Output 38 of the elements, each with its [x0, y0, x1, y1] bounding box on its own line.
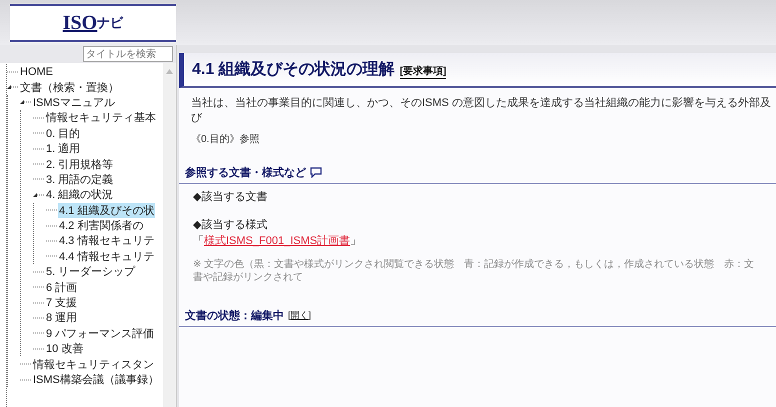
- page-title-text: 4.1 組織及びその状況の理解: [192, 60, 395, 80]
- tree-item[interactable]: 8 運用: [45, 310, 78, 326]
- forms-heading: ◆該当する様式: [193, 218, 268, 233]
- tree-item[interactable]: 1. 適用: [45, 141, 82, 156]
- section-heading: 参照する文書・様式など: [185, 166, 306, 180]
- tree-item[interactable]: 情報セキュリティスタン: [32, 356, 155, 372]
- documents-heading: ◆該当する文書: [193, 190, 268, 205]
- tree-item[interactable]: 4. 組織の状況: [45, 187, 114, 202]
- requirement-tag: [要求事項]: [400, 64, 446, 79]
- open-link[interactable]: [開く]: [288, 308, 312, 322]
- form-link[interactable]: 様式ISMS_F001_ISMS計画書: [204, 234, 350, 247]
- scrollbar[interactable]: [163, 63, 176, 407]
- tree-item[interactable]: 文書（検索・置換）: [19, 80, 120, 95]
- document-status: 文書の状態：編集中: [185, 308, 284, 323]
- tree-item[interactable]: ISMS構築会議（議事録）: [32, 372, 160, 387]
- tree-item[interactable]: 6 計画: [45, 280, 78, 295]
- bracket-text: 「: [193, 234, 204, 247]
- reference-text: 《0.目的》参照: [191, 132, 260, 147]
- tree-item[interactable]: ISMSマニュアル: [32, 94, 116, 110]
- tree-item[interactable]: 4.4 情報セキュリテ: [58, 248, 156, 264]
- tree-item[interactable]: 3. 用語の定義: [45, 172, 114, 187]
- tree-item[interactable]: HOME: [19, 66, 54, 78]
- comment-icon[interactable]: [310, 166, 322, 178]
- tree-item[interactable]: 2. 引用規格等: [45, 156, 114, 172]
- tree-item[interactable]: 5. リーダーシップ: [45, 264, 136, 280]
- tree-item[interactable]: 10 改善: [45, 341, 84, 356]
- search-field[interactable]: タイトルを検索: [83, 46, 173, 62]
- tree-item[interactable]: 0. 目的: [45, 126, 82, 141]
- tree-item[interactable]: 4.3 情報セキュリテ: [58, 233, 156, 248]
- note-text: ※ 文字の色（黒：文書や様式がリンクされ閲覧できる状態 青：記録が作成できる，もしくは，作成されている状態 赤：文書や記録がリンクされて: [193, 258, 756, 284]
- tree-item[interactable]: 情報セキュリティ基本: [45, 110, 157, 126]
- tree-item[interactable]: 4.2 利害関係者の: [58, 218, 144, 234]
- tree-item[interactable]: 7 支援: [45, 295, 78, 310]
- logo[interactable]: ISOナビ: [10, 4, 176, 42]
- tree-item[interactable]: 9 パフォーマンス評価: [45, 326, 156, 341]
- body-text: 当社は、当社の事業目的に関連し、かつ、そのISMS の意図した成果を達成する当社組織の能力に影響を与える外部及び: [191, 96, 772, 126]
- bracket-text: 」: [350, 234, 362, 247]
- tree-item[interactable]: 4.1 組織及びその状: [58, 202, 156, 218]
